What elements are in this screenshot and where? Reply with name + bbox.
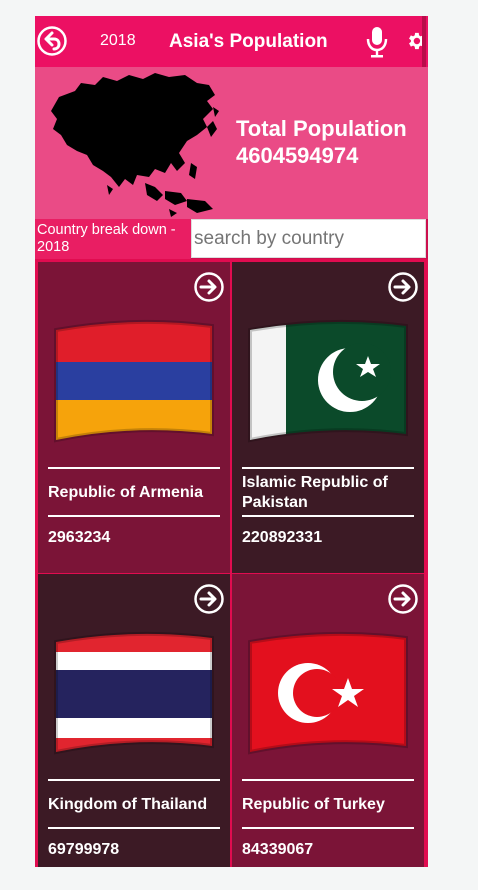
country-name: Kingdom of Thailand <box>48 796 208 813</box>
top-bar: 2018 Asia's Population <box>35 16 428 67</box>
divider <box>48 827 220 829</box>
country-population: 220892331 <box>242 529 323 546</box>
country-population: 84339067 <box>242 841 314 858</box>
pakistan-flag-icon <box>248 319 408 443</box>
year-label: 2018 <box>100 32 136 49</box>
turkey-flag-icon <box>248 631 408 755</box>
country-card[interactable]: Islamic Republic of Pakistan 220892331 <box>232 262 424 573</box>
arrow-right-circle-icon[interactable] <box>194 584 224 614</box>
app-title: Asia's Population <box>169 31 328 52</box>
divider <box>242 467 414 469</box>
population-banner: Total Population 4604594974 <box>35 67 428 219</box>
microphone-icon[interactable] <box>365 26 389 58</box>
country-population: 2963234 <box>48 529 111 546</box>
divider <box>242 827 414 829</box>
app-window: 2018 Asia's Population Total Population … <box>35 16 428 867</box>
breakdown-label: Country break down - 2018 <box>35 219 191 259</box>
country-name: Republic of Turkey <box>242 796 385 813</box>
country-population: 69799978 <box>48 841 120 858</box>
arrow-right-circle-icon[interactable] <box>388 584 418 614</box>
country-card[interactable]: Kingdom of Thailand 69799978 <box>38 574 230 867</box>
country-name: Islamic Republic of Pakistan <box>242 474 388 511</box>
country-card[interactable]: Republic of Turkey 84339067 <box>232 574 424 867</box>
country-grid: Republic of Armenia 2963234 Islamic Repu… <box>35 259 428 867</box>
arrow-right-circle-icon[interactable] <box>388 272 418 302</box>
country-card[interactable]: Republic of Armenia 2963234 <box>38 262 230 573</box>
divider <box>48 779 220 781</box>
armenia-flag-icon <box>54 319 214 443</box>
divider <box>48 515 220 517</box>
country-name: Republic of Armenia <box>48 484 203 501</box>
thailand-flag-icon <box>54 631 214 755</box>
divider <box>48 467 220 469</box>
back-arrow-icon[interactable] <box>37 26 67 56</box>
asia-map-image <box>51 73 219 217</box>
total-population-label: Total Population <box>236 116 407 141</box>
arrow-right-circle-icon[interactable] <box>194 272 224 302</box>
divider <box>242 779 414 781</box>
total-population-value: 4604594974 <box>236 143 359 168</box>
divider <box>242 515 414 517</box>
scrollbar[interactable] <box>422 16 426 67</box>
search-input[interactable] <box>191 219 426 258</box>
